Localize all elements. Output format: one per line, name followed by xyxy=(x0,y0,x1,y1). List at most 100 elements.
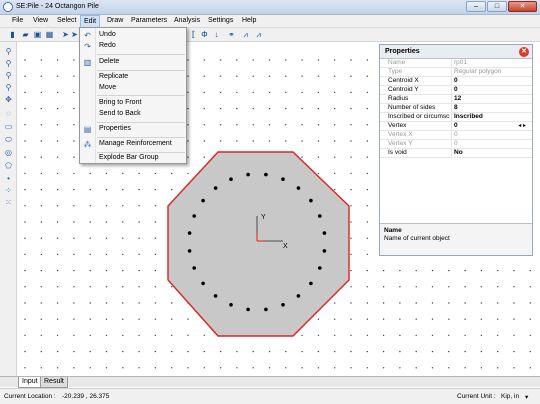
zoom-out-icon[interactable]: ⚲ xyxy=(3,58,14,69)
minimize-button[interactable]: – xyxy=(466,1,486,12)
properties-close-icon[interactable]: ✕ xyxy=(519,47,529,57)
rebar-point[interactable] xyxy=(192,214,196,218)
new-file-icon[interactable]: ▮ xyxy=(8,30,17,39)
rebar-point[interactable] xyxy=(192,266,196,270)
rebar-point[interactable] xyxy=(322,249,327,253)
property-row[interactable]: Centroid Y 0 xyxy=(380,86,532,95)
property-row[interactable]: Type Regular polygon xyxy=(380,68,532,77)
grid-dot xyxy=(105,172,108,175)
property-value[interactable]: No xyxy=(454,149,528,157)
zoom-in-icon[interactable]: ⚲ xyxy=(3,46,14,57)
rebar-point[interactable] xyxy=(309,281,313,286)
bar-point-icon[interactable]: • xyxy=(3,173,14,184)
menu-item-redo[interactable]: ↷ Redo xyxy=(80,40,186,52)
grid-dot xyxy=(513,350,515,353)
pan-icon[interactable]: ✥ xyxy=(3,94,14,105)
select-arrow-2-icon[interactable]: ➤ xyxy=(70,30,79,39)
bar-grid-icon[interactable]: ⁙ xyxy=(3,197,14,208)
zoom-window-icon[interactable]: ⚲ xyxy=(3,70,14,81)
rebar-point[interactable] xyxy=(322,231,327,235)
property-row[interactable]: Number of sides 8 xyxy=(380,104,532,113)
rebar-point[interactable] xyxy=(187,249,192,253)
menu-item-properties[interactable]: ▤ Properties xyxy=(80,123,186,135)
property-row[interactable]: Vertex Y 0 xyxy=(380,140,532,149)
ring-tool-icon[interactable]: ◎ xyxy=(3,147,14,158)
menu-view[interactable]: View xyxy=(33,17,48,24)
ellipse-tool-icon[interactable]: ⬭ xyxy=(3,134,14,145)
bracket-icon[interactable]: ⟦ xyxy=(189,30,198,39)
menu-file[interactable]: File xyxy=(12,17,23,24)
property-row[interactable]: Name rp01 xyxy=(380,59,532,68)
property-row[interactable]: Centroid X 0 xyxy=(380,77,532,86)
property-value[interactable]: 0 xyxy=(454,86,528,94)
phi-icon[interactable]: Φ xyxy=(200,30,209,39)
grid-dot xyxy=(56,172,59,175)
circle-tool-icon[interactable]: ◌ xyxy=(3,108,14,119)
property-value[interactable]: 8 xyxy=(454,104,528,112)
grid-dot xyxy=(89,269,91,272)
zoom-extent-icon[interactable]: ⚲ xyxy=(3,82,14,93)
save-icon[interactable]: ▣ xyxy=(33,30,42,39)
chart-icon[interactable]: ⩘ xyxy=(241,30,250,39)
rebar-point[interactable] xyxy=(296,294,301,298)
close-button[interactable]: ✕ xyxy=(508,1,537,12)
menu-settings[interactable]: Settings xyxy=(208,17,233,24)
rebar-point[interactable] xyxy=(264,172,268,177)
property-row[interactable]: Is void No xyxy=(380,149,532,158)
rebar-point[interactable] xyxy=(246,307,250,312)
rebar-point[interactable] xyxy=(213,186,218,190)
grid-dot xyxy=(138,172,140,175)
rebar-point[interactable] xyxy=(281,177,285,181)
link-icon[interactable]: ⚭ xyxy=(227,30,236,39)
select-arrow-icon[interactable]: ➤ xyxy=(61,30,70,39)
rebar-point[interactable] xyxy=(229,303,233,307)
rebar-point[interactable] xyxy=(296,186,301,190)
maximize-button[interactable]: □ xyxy=(487,1,507,12)
rectangle-tool-icon[interactable]: ▭ xyxy=(3,121,14,132)
rebar-point[interactable] xyxy=(213,294,218,298)
open-folder-icon[interactable]: ▰ xyxy=(21,30,30,39)
menu-item-delete[interactable]: ▥ Delete xyxy=(80,56,186,68)
grid-dot xyxy=(187,124,189,126)
rebar-point[interactable] xyxy=(318,266,322,270)
grid-dot xyxy=(252,59,254,61)
bar-circle-icon[interactable]: ⁘ xyxy=(3,185,14,196)
rebar-point[interactable] xyxy=(201,198,205,203)
property-row[interactable]: Inscribed or circumsc Inscribed xyxy=(380,113,532,122)
menu-select[interactable]: Select xyxy=(57,17,76,24)
chart-2-icon[interactable]: ⩘ xyxy=(254,30,263,39)
menu-parameters[interactable]: Parameters xyxy=(131,17,167,24)
property-value[interactable]: 0 xyxy=(454,122,528,130)
property-row[interactable]: Radius 12 xyxy=(380,95,532,104)
property-value[interactable]: 0 xyxy=(454,77,528,85)
rebar-point[interactable] xyxy=(264,307,268,312)
rebar-point[interactable] xyxy=(309,198,313,203)
down-arrow-icon[interactable]: ↓ xyxy=(212,30,221,39)
property-value[interactable]: 12 xyxy=(454,95,528,103)
property-value[interactable]: Inscribed xyxy=(454,113,528,121)
rebar-point[interactable] xyxy=(318,214,322,218)
octagon-section[interactable] xyxy=(167,151,350,337)
chevron-down-icon[interactable]: ▾ xyxy=(525,393,528,401)
menu-item-manage-reinforcement[interactable]: ⁂ Manage Reinforcement xyxy=(80,138,186,150)
tab-result[interactable]: Result xyxy=(40,377,68,388)
rebar-point[interactable] xyxy=(246,172,250,177)
tab-input[interactable]: Input xyxy=(18,377,42,388)
rebar-point[interactable] xyxy=(187,231,192,235)
property-row[interactable]: Vertex X 0 xyxy=(380,131,532,140)
menu-draw[interactable]: Draw xyxy=(107,17,123,24)
menu-item-explode-bar-group[interactable]: Explode Bar Group xyxy=(80,152,186,164)
rebar-point[interactable] xyxy=(201,281,205,286)
grid-dot xyxy=(187,75,189,77)
property-row[interactable]: Vertex 0 ◂ ▸ xyxy=(380,122,532,131)
menu-help[interactable]: Help xyxy=(242,17,256,24)
rebar-point[interactable] xyxy=(281,303,285,307)
vertex-spinner-icon[interactable]: ◂ ▸ xyxy=(518,122,526,130)
print-icon[interactable]: ▦ xyxy=(45,30,54,39)
rebar-point[interactable] xyxy=(229,177,233,181)
menu-item-send-to-back[interactable]: Send to Back xyxy=(80,108,186,120)
unit-dropdown[interactable]: Kip, in xyxy=(501,393,519,400)
polygon-tool-icon[interactable]: ⬠ xyxy=(3,160,14,171)
menu-analysis[interactable]: Analysis xyxy=(174,17,200,24)
menu-item-move[interactable]: Move xyxy=(80,82,186,94)
